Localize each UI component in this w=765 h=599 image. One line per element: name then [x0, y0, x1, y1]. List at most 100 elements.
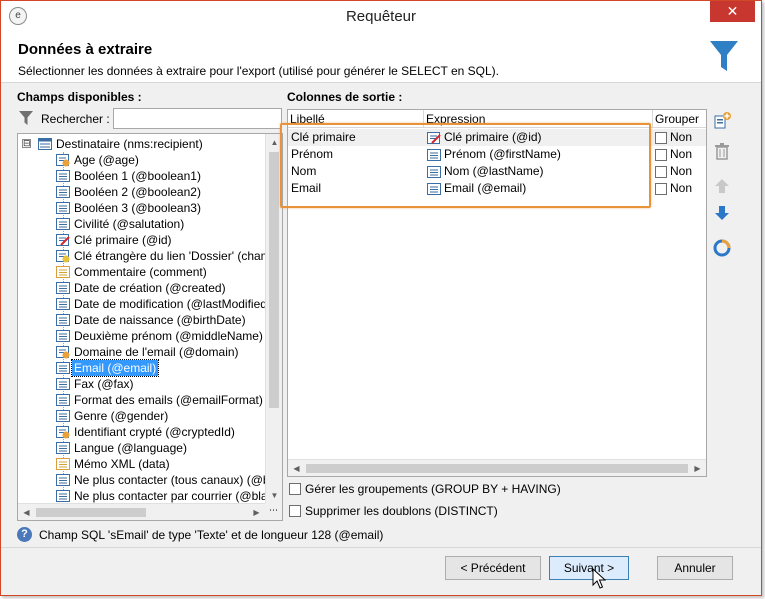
- tree-item[interactable]: Genre (@gender): [18, 408, 265, 424]
- output-row[interactable]: Clé primaire Clé primaire (@id) Non: [288, 129, 706, 146]
- tree-item[interactable]: Date de naissance (@birthDate): [18, 312, 265, 328]
- scroll-thumb[interactable]: [269, 152, 279, 408]
- collapse-icon[interactable]: ⊟: [22, 139, 31, 148]
- search-row: Rechercher :: [17, 108, 283, 130]
- title-bar: e Requêteur ✕: [1, 1, 761, 31]
- move-down-icon[interactable]: [712, 203, 732, 223]
- output-columns-label: Colonnes de sortie :: [287, 90, 403, 104]
- scroll-thumb[interactable]: [306, 464, 688, 473]
- tree-item-label: Format des emails (@emailFormat): [74, 393, 263, 407]
- output-row-expression[interactable]: Clé primaire (@id): [444, 129, 542, 146]
- tree-item[interactable]: Email (@email): [18, 359, 265, 377]
- field-icon: [56, 473, 70, 487]
- scroll-right-arrow-icon[interactable]: ▶: [248, 504, 265, 520]
- scroll-right-arrow-icon[interactable]: ▶: [689, 460, 706, 476]
- tree-item[interactable]: Booléen 3 (@boolean3): [18, 200, 265, 216]
- tree-item-label: Date de modification (@lastModified: [74, 297, 267, 311]
- scroll-left-arrow-icon[interactable]: ◀: [18, 504, 35, 520]
- tree-vertical-scrollbar[interactable]: ▲ ▼: [265, 134, 282, 504]
- tree-item[interactable]: Fax (@fax): [18, 376, 265, 392]
- tree-item[interactable]: Ne plus contacter (tous canaux) (@b: [18, 472, 270, 488]
- output-row-label[interactable]: Email: [291, 180, 321, 197]
- output-row-label[interactable]: Clé primaire: [291, 129, 356, 146]
- delete-icon[interactable]: [712, 141, 732, 161]
- scroll-left-arrow-icon[interactable]: ◀: [288, 460, 305, 476]
- tree-root-item[interactable]: ⊟ Destinataire (nms:recipient): [18, 136, 265, 152]
- tree-item[interactable]: Langue (@language): [18, 440, 265, 456]
- tree-item[interactable]: Mémo XML (data): [18, 456, 265, 472]
- group-by-label[interactable]: Gérer les groupements (GROUP BY + HAVING…: [305, 482, 561, 496]
- tree-item[interactable]: Booléen 2 (@boolean2): [18, 184, 265, 200]
- primary-key-icon: [427, 131, 441, 145]
- tree-item[interactable]: Ne plus contacter par courrier (@bla: [18, 488, 268, 504]
- output-row[interactable]: Nom Nom (@lastName) Non: [288, 163, 706, 180]
- distinct-label[interactable]: Supprimer les doublons (DISTINCT): [305, 504, 498, 518]
- field-icon: [56, 361, 70, 375]
- output-row-label[interactable]: Nom: [291, 163, 316, 180]
- search-input[interactable]: [113, 108, 282, 129]
- output-row-expression[interactable]: Email (@email): [444, 180, 526, 197]
- tree-item[interactable]: Date de création (@created): [18, 280, 265, 296]
- group-checkbox[interactable]: [655, 132, 667, 144]
- tree-item-label: Ne plus contacter par courrier (@bla: [74, 489, 268, 503]
- tree-item-label: Identifiant crypté (@cryptedId): [74, 425, 235, 439]
- column-header-group[interactable]: Grouper: [655, 112, 699, 126]
- move-up-icon[interactable]: [712, 176, 732, 196]
- tree-item[interactable]: Format des emails (@emailFormat): [18, 392, 265, 408]
- scroll-thumb[interactable]: [36, 508, 146, 517]
- output-columns-grid[interactable]: Libellé Expression Grouper Clé primaire C…: [287, 109, 707, 477]
- output-row-expression[interactable]: Nom (@lastName): [444, 163, 544, 180]
- available-fields-label: Champs disponibles :: [17, 90, 142, 104]
- tree-item[interactable]: Civilité (@salutation): [18, 216, 265, 232]
- tree-item-label: Booléen 3 (@boolean3): [74, 201, 201, 215]
- group-checkbox[interactable]: [655, 149, 667, 161]
- distribution-icon[interactable]: [712, 238, 732, 258]
- tree-item-label: Date de naissance (@birthDate): [74, 313, 246, 327]
- column-header-expression[interactable]: Expression: [426, 112, 485, 126]
- column-header-label[interactable]: Libellé: [290, 112, 325, 126]
- tree-item[interactable]: Booléen 1 (@boolean1): [18, 168, 265, 184]
- tree-item-label: Langue (@language): [74, 441, 187, 455]
- tree-item[interactable]: Identifiant crypté (@cryptedId): [18, 424, 265, 440]
- close-button[interactable]: ✕: [710, 1, 755, 22]
- tree-item[interactable]: Deuxième prénom (@middleName): [18, 328, 265, 344]
- field-icon: [427, 165, 441, 179]
- tree-item[interactable]: Domaine de l'email (@domain): [18, 344, 265, 360]
- tree-item-label: Deuxième prénom (@middleName): [74, 329, 263, 343]
- window-title: Requêteur: [345, 8, 417, 25]
- computed-field-icon: [56, 153, 70, 167]
- output-row-expression[interactable]: Prénom (@firstName): [444, 146, 561, 163]
- distinct-checkbox[interactable]: [289, 505, 301, 517]
- scroll-down-arrow-icon[interactable]: ▼: [266, 487, 282, 504]
- tree-item-label: Commentaire (comment): [74, 265, 207, 279]
- memo-icon: [56, 265, 70, 279]
- group-by-option[interactable]: Gérer les groupements (GROUP BY + HAVING…: [289, 482, 561, 498]
- output-row[interactable]: Email Email (@email) Non: [288, 180, 706, 197]
- field-icon: [56, 489, 70, 503]
- field-icon: [56, 409, 70, 423]
- grid-horizontal-scrollbar[interactable]: ◀ ▶: [288, 459, 706, 476]
- footer-divider: [1, 547, 761, 548]
- tree-item[interactable]: Clé primaire (@id): [18, 232, 265, 248]
- fields-tree[interactable]: ⊟ Destinataire (nms:recipient) Age (@age) B…: [17, 133, 283, 521]
- distinct-option[interactable]: Supprimer les doublons (DISTINCT): [289, 504, 499, 520]
- previous-button[interactable]: < Précédent: [445, 556, 541, 580]
- tree-horizontal-scrollbar[interactable]: ◀ ▶: [18, 503, 282, 520]
- next-button[interactable]: Suivant >: [549, 556, 629, 580]
- output-row-label[interactable]: Prénom: [291, 146, 333, 163]
- group-by-checkbox[interactable]: [289, 483, 301, 495]
- field-icon: [56, 185, 70, 199]
- scroll-up-arrow-icon[interactable]: ▲: [266, 134, 282, 151]
- group-value: Non: [670, 147, 693, 161]
- page-subtitle: Sélectionner les données à extraire pour…: [18, 64, 499, 78]
- tree-item[interactable]: Date de modification (@lastModified: [18, 296, 267, 312]
- tree-item[interactable]: Clé étrangère du lien 'Dossier' (cham: [18, 248, 271, 264]
- more-options-icon[interactable]: ⋯: [265, 503, 282, 520]
- group-checkbox[interactable]: [655, 166, 667, 178]
- add-icon[interactable]: [712, 111, 732, 131]
- cancel-button[interactable]: Annuler: [657, 556, 733, 580]
- tree-item[interactable]: Commentaire (comment): [18, 264, 265, 280]
- group-checkbox[interactable]: [655, 183, 667, 195]
- output-row[interactable]: Prénom Prénom (@firstName) Non: [288, 146, 706, 163]
- tree-item[interactable]: Age (@age): [18, 152, 265, 168]
